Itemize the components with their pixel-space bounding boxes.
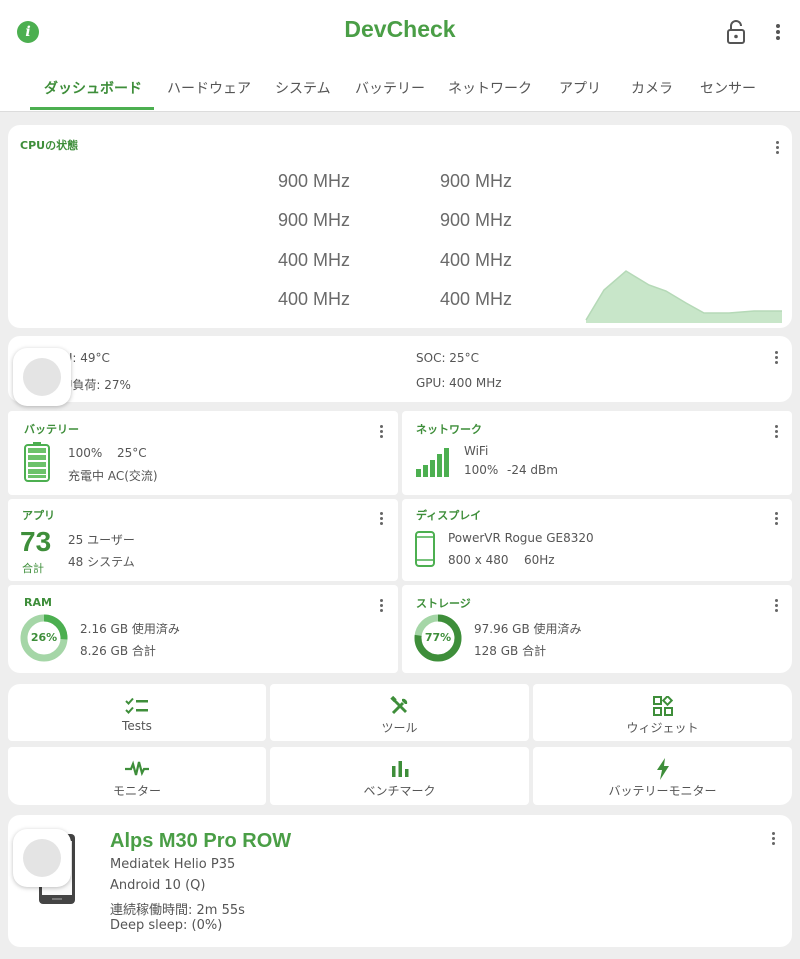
battery-temp: 25°C xyxy=(117,446,147,460)
core-3-freq: 900 MHz xyxy=(440,210,513,230)
core-6-freq: 400 MHz xyxy=(278,289,351,309)
device-android-version: Android 10 (Q) xyxy=(110,878,206,893)
device-name: Alps M30 Pro ROW xyxy=(110,830,292,852)
core-5-freq: 400 MHz xyxy=(440,250,513,270)
apps-card[interactable]: アプリ 73 合計 25 ユーザー 48 システム xyxy=(8,499,398,581)
tab-sensors[interactable]: センサー xyxy=(700,78,756,98)
wifi-signal-icon xyxy=(416,448,449,477)
network-card-menu-icon[interactable] xyxy=(769,422,785,442)
device-card[interactable]: Alps M30 Pro ROW Mediatek Helio P35 Andr… xyxy=(8,815,792,947)
apps-system: 48 システム xyxy=(68,555,135,569)
tab-system[interactable]: システム xyxy=(275,78,331,98)
ram-card-menu-icon[interactable] xyxy=(374,596,390,616)
floating-monitor-bubble[interactable] xyxy=(13,348,71,406)
battery-monitor-label: バッテリーモニター xyxy=(608,784,717,798)
display-resolution: 800 x 480 xyxy=(448,553,509,567)
battery-card[interactable]: バッテリー 100% 25°C 充電中 AC(交流) xyxy=(8,411,398,495)
lock-icon[interactable] xyxy=(724,19,748,45)
tools-label: ツール xyxy=(381,721,418,735)
tests-label: Tests xyxy=(122,719,152,733)
battery-icon xyxy=(24,442,50,482)
ram-percent: 26% xyxy=(30,631,58,644)
temp-card-menu-icon[interactable] xyxy=(769,348,785,368)
monitor-label: モニター xyxy=(112,784,161,798)
benchmark-button[interactable]: ベンチマーク xyxy=(270,747,529,805)
core-7-freq: 400 MHz xyxy=(440,289,513,309)
storage-card[interactable]: ストレージ 77% 97.96 GB 使用済み 128 GB 合計 xyxy=(402,585,792,673)
storage-title: ストレージ xyxy=(416,597,471,610)
widgets-label: ウィジェット xyxy=(626,721,699,735)
active-tab-indicator xyxy=(30,107,154,110)
core-2-freq: 900 MHz xyxy=(278,210,351,230)
apps-total: 73 xyxy=(20,526,52,557)
device-soc: Mediatek Helio P35 xyxy=(110,857,236,872)
network-type: WiFi xyxy=(464,444,489,458)
apps-title: アプリ xyxy=(22,509,55,522)
device-uptime: 連続稼働時間: 2m 55s xyxy=(110,903,245,918)
widgets-icon xyxy=(652,696,673,716)
apps-card-menu-icon[interactable] xyxy=(374,509,390,529)
ram-card[interactable]: RAM 26% 2.16 GB 使用済み 8.26 GB 合計 xyxy=(8,585,398,673)
monitor-button[interactable]: モニター xyxy=(8,747,266,805)
ram-total: 8.26 GB 合計 xyxy=(80,644,156,658)
tests-button[interactable]: Tests xyxy=(8,684,266,741)
network-dbm: -24 dBm xyxy=(507,463,558,477)
network-title: ネットワーク xyxy=(416,423,482,436)
storage-percent: 77% xyxy=(424,631,452,644)
battery-title: バッテリー xyxy=(24,423,79,436)
soc-temp: SOC: 25°C xyxy=(416,351,479,365)
ram-used: 2.16 GB 使用済み xyxy=(80,622,180,636)
cpu-status-card[interactable]: CPUの状態 900 MHz 900 MHz 900 MHz 900 MHz 4… xyxy=(8,125,792,328)
lightning-icon xyxy=(656,758,669,780)
storage-used: 97.96 GB 使用済み xyxy=(474,622,582,636)
core-1-freq: 900 MHz xyxy=(440,171,513,191)
overflow-menu-icon[interactable] xyxy=(770,22,786,42)
tab-hardware[interactable]: ハードウェア xyxy=(167,78,251,98)
battery-level: 100% xyxy=(68,446,103,460)
bar-chart-icon xyxy=(391,761,408,777)
display-gpu: PowerVR Rogue GE8320 xyxy=(448,531,594,545)
core-0-freq: 900 MHz xyxy=(278,171,351,191)
network-card[interactable]: ネットワーク WiFi 100% -24 dBm xyxy=(402,411,792,495)
checklist-icon xyxy=(125,697,148,714)
pulse-monitor-icon xyxy=(125,760,149,777)
core-4-freq: 400 MHz xyxy=(278,250,351,270)
gpu-freq: GPU: 400 MHz xyxy=(416,376,502,390)
display-title: ディスプレイ xyxy=(416,509,482,522)
network-signal: 100% xyxy=(464,463,499,477)
tab-camera[interactable]: カメラ xyxy=(631,78,673,98)
tab-battery[interactable]: バッテリー xyxy=(355,78,425,98)
display-refresh: 60Hz xyxy=(524,553,555,567)
storage-total: 128 GB 合計 xyxy=(474,644,547,658)
storage-card-menu-icon[interactable] xyxy=(769,596,785,616)
display-card[interactable]: ディスプレイ PowerVR Rogue GE8320 800 x 480 60… xyxy=(402,499,792,581)
apps-user: 25 ユーザー xyxy=(68,533,135,547)
benchmark-label: ベンチマーク xyxy=(363,784,436,798)
battery-monitor-button[interactable]: バッテリーモニター xyxy=(533,747,792,805)
tab-apps[interactable]: アプリ xyxy=(559,78,601,98)
app-title: DevCheck xyxy=(344,16,456,42)
cpu-card-menu-icon[interactable] xyxy=(770,138,786,158)
floating-monitor-bubble-2[interactable] xyxy=(13,829,71,887)
battery-status: 充電中 AC(交流) xyxy=(68,469,158,483)
device-card-menu-icon[interactable] xyxy=(766,829,782,849)
tab-dashboard[interactable]: ダッシュボード xyxy=(44,78,142,98)
cpu-status-title: CPUの状態 xyxy=(20,139,79,152)
tab-network[interactable]: ネットワーク xyxy=(448,78,532,98)
apps-total-label: 合計 xyxy=(22,562,44,575)
display-card-menu-icon[interactable] xyxy=(769,509,785,529)
device-deep-sleep: Deep sleep: (0%) xyxy=(110,918,223,933)
top-app-bar: i DevCheck ダッシュボード ハードウェア システム バッテリー ネット… xyxy=(0,0,800,112)
tools-button[interactable]: ツール xyxy=(270,684,529,741)
cpu-load-graph xyxy=(585,270,782,323)
ram-title: RAM xyxy=(24,596,52,609)
widgets-button[interactable]: ウィジェット xyxy=(533,684,792,741)
phone-display-icon xyxy=(415,531,435,567)
temperature-card[interactable]: CPU: 49°C CPU負荷: 27% SOC: 25°C GPU: 400 … xyxy=(8,336,792,402)
tools-icon xyxy=(389,696,407,715)
battery-card-menu-icon[interactable] xyxy=(374,422,390,442)
